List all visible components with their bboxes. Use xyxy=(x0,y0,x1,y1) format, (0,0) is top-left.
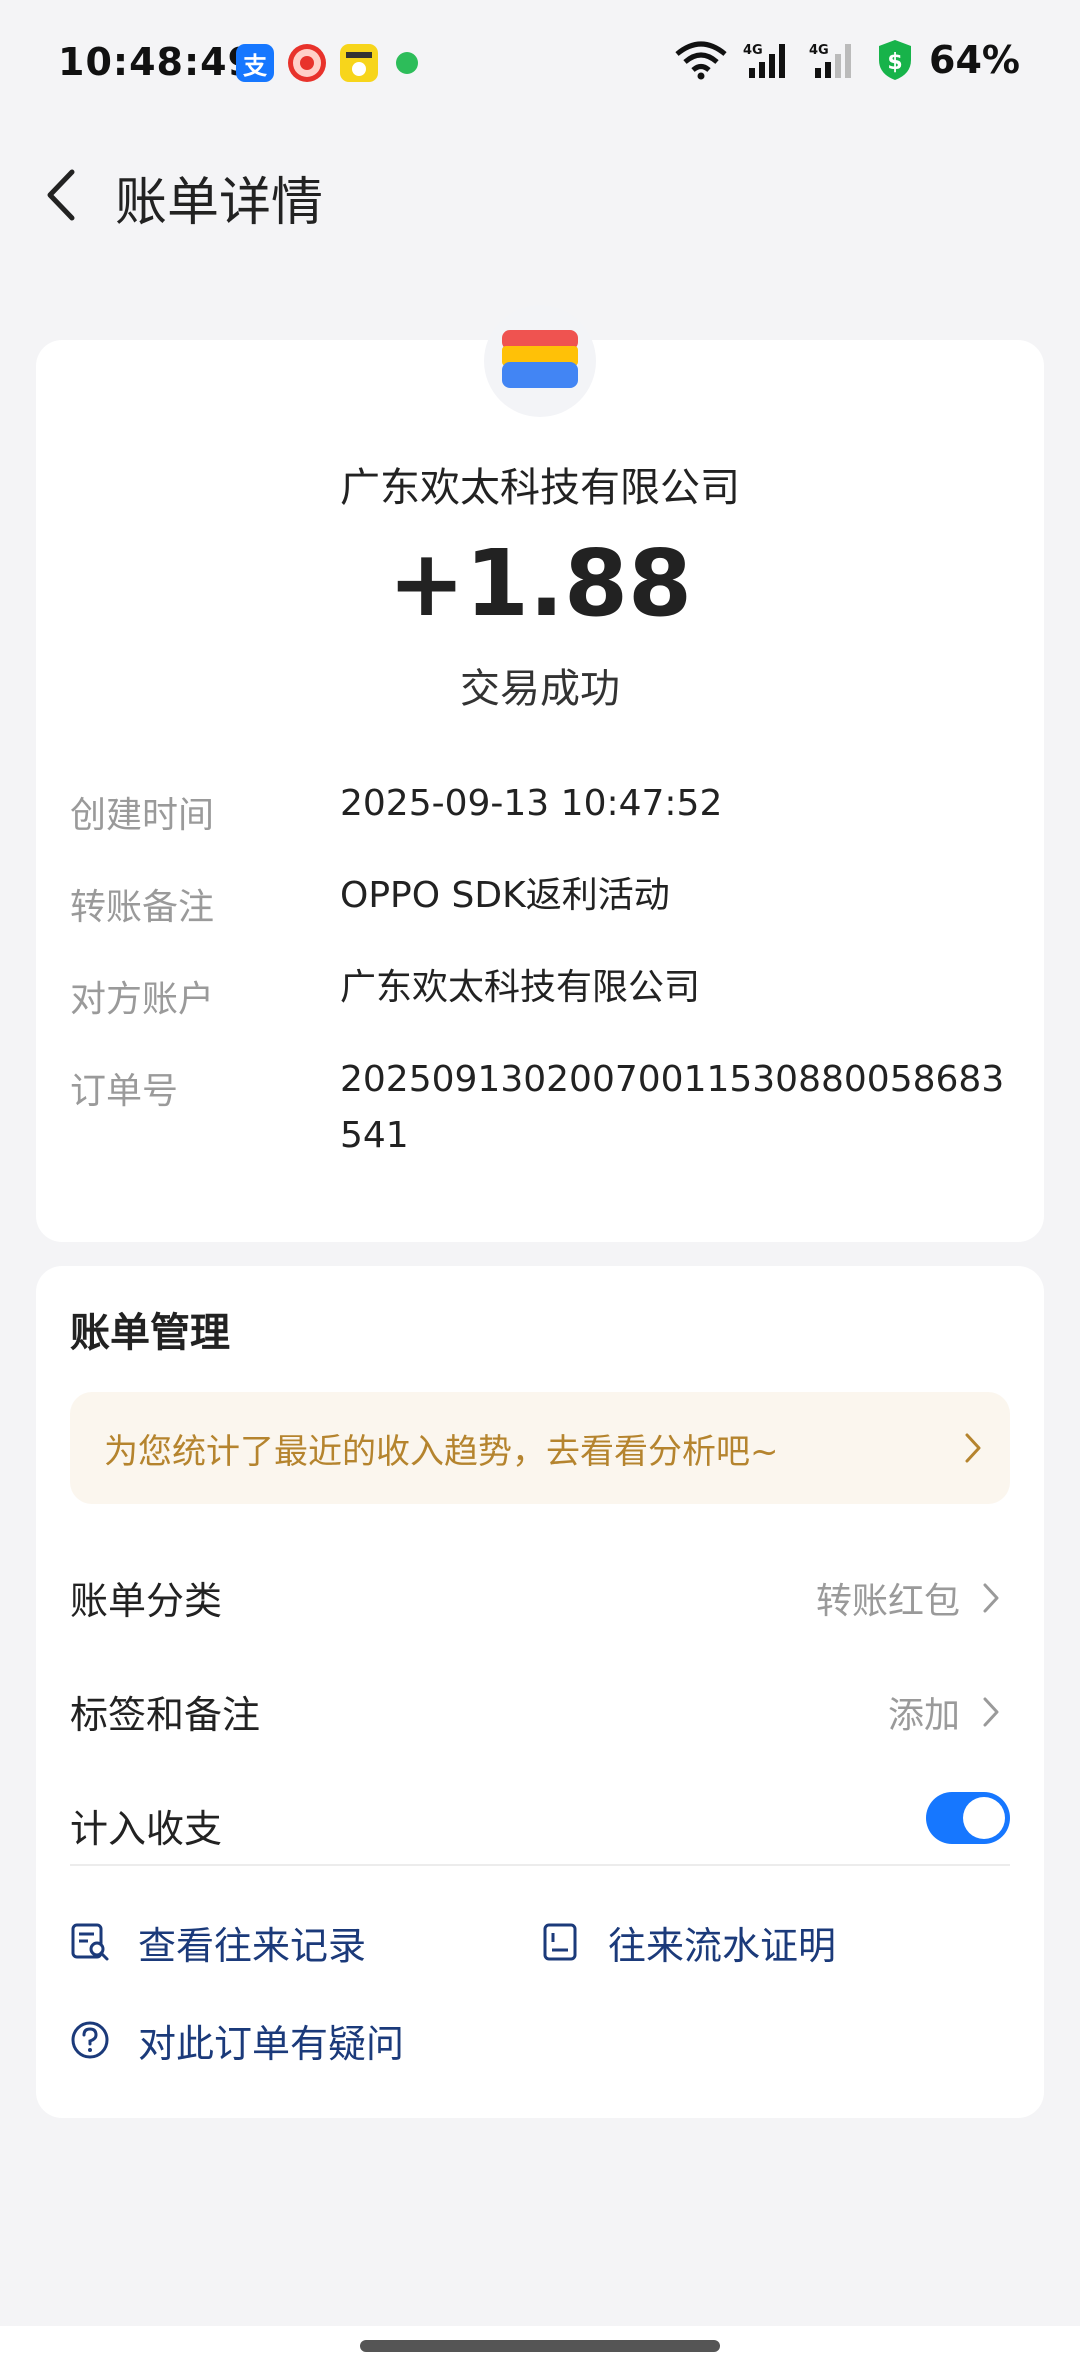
transaction-amount: +1.88 xyxy=(387,530,693,637)
include-in-balance-toggle[interactable] xyxy=(926,1792,1010,1844)
nav-bar: 账单详情 xyxy=(0,140,1080,250)
bill-category-row[interactable]: 账单分类 转账红包 xyxy=(70,1550,1010,1630)
shield-money-icon: $ xyxy=(879,40,912,80)
section-title: 账单管理 xyxy=(70,1310,230,1356)
status-bar: 10:48:49 支 4G 4G $ 64% xyxy=(0,0,1080,130)
detail-label: 转账备注 xyxy=(70,887,215,928)
document-icon xyxy=(543,1923,577,1961)
order-question-link[interactable]: 对此订单有疑问 xyxy=(70,2010,404,2070)
svg-text:4G: 4G xyxy=(743,43,763,58)
green-dot-icon xyxy=(396,52,418,74)
chevron-right-icon xyxy=(983,1697,999,1727)
detail-value: 2025-09-13 10:47:52 xyxy=(340,783,723,824)
detail-label: 创建时间 xyxy=(70,795,215,836)
yellow-app-icon xyxy=(340,44,378,82)
notification-icons: 支 xyxy=(236,44,418,82)
battery-level: 64% xyxy=(929,38,1020,82)
chevron-right-icon xyxy=(983,1583,999,1613)
order-number-value[interactable]: 20250913020070011530880058683541 xyxy=(340,1052,1010,1164)
red-envelope-app-icon xyxy=(288,44,326,82)
divider xyxy=(70,1864,1010,1866)
row-label: 标签和备注 xyxy=(70,1693,261,1737)
payee-logo xyxy=(484,305,596,417)
link-text: 往来流水证明 xyxy=(608,1923,837,1968)
row-value: 转账红包 xyxy=(815,1581,960,1622)
home-indicator[interactable] xyxy=(360,2340,720,2352)
chevron-right-icon xyxy=(965,1433,981,1463)
income-trend-banner[interactable]: 为您统计了最近的收入趋势，去看看分析吧~ xyxy=(70,1392,1010,1504)
question-circle-icon xyxy=(71,2021,109,2059)
status-right: 4G 4G $ 64% xyxy=(673,38,1020,82)
svg-text:$: $ xyxy=(887,50,902,75)
page-title: 账单详情 xyxy=(115,173,324,233)
signal-4g-icon: 4G xyxy=(743,43,786,78)
detail-label: 对方账户 xyxy=(70,979,215,1020)
row-value: 添加 xyxy=(887,1695,960,1736)
banner-text: 为您统计了最近的收入趋势，去看看分析吧~ xyxy=(104,1432,779,1472)
row-label: 计入收支 xyxy=(70,1807,223,1851)
detail-value: 广东欢太科技有限公司 xyxy=(340,967,701,1008)
chevron-left-icon[interactable] xyxy=(36,162,96,228)
link-text: 查看往来记录 xyxy=(138,1923,367,1968)
tags-notes-row[interactable]: 标签和备注 添加 xyxy=(70,1664,1010,1744)
svg-text:4G: 4G xyxy=(809,43,829,58)
statement-proof-link[interactable]: 往来流水证明 xyxy=(540,1912,836,1972)
status-time: 10:48:49 xyxy=(58,40,256,84)
wifi-icon xyxy=(675,41,727,80)
transaction-status: 交易成功 xyxy=(460,666,620,712)
row-label: 账单分类 xyxy=(70,1579,223,1623)
include-in-balance-row: 计入收支 xyxy=(70,1778,1010,1858)
wallet-logo-icon xyxy=(502,330,578,388)
view-records-link[interactable]: 查看往来记录 xyxy=(70,1912,366,1972)
link-text: 对此订单有疑问 xyxy=(138,2021,405,2066)
record-search-icon xyxy=(71,1923,109,1961)
payee-name: 广东欢太科技有限公司 xyxy=(340,465,740,511)
signal-4g-icon: 4G xyxy=(809,43,852,78)
detail-label: 订单号 xyxy=(70,1071,179,1112)
alipay-icon: 支 xyxy=(236,44,274,82)
toggle-knob xyxy=(963,1797,1005,1839)
detail-value: OPPO SDK返利活动 xyxy=(340,875,670,916)
